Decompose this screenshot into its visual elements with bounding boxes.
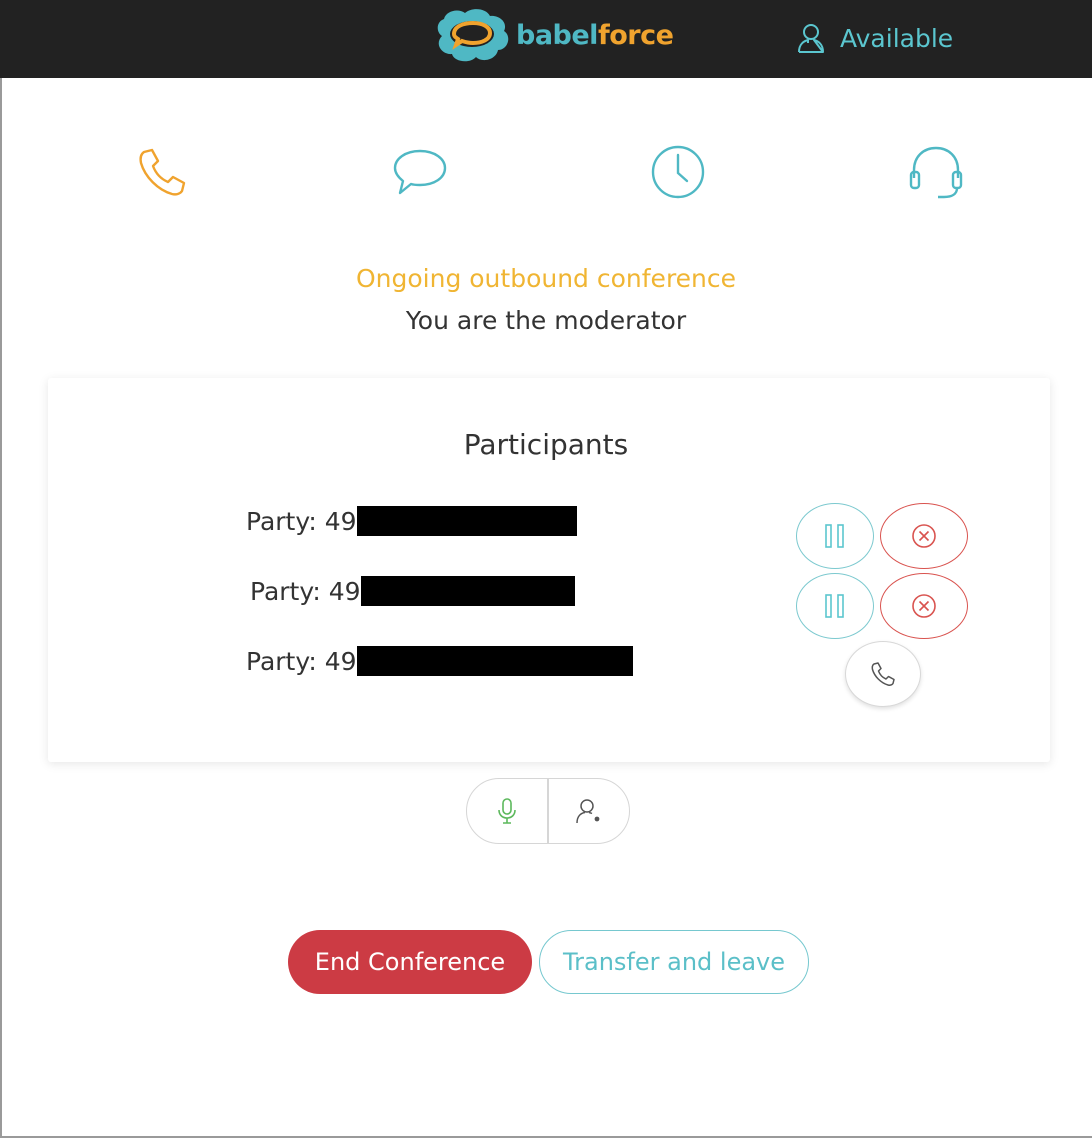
call-participant-button[interactable] (845, 641, 921, 707)
babelforce-logo: babelforce (432, 6, 674, 66)
remove-participant-button[interactable] (880, 573, 968, 639)
redacted-number (360, 576, 575, 606)
logo-wordmark: babelforce (516, 20, 674, 51)
transfer-and-leave-button[interactable]: Transfer and leave (539, 930, 809, 994)
call-controls (466, 778, 630, 844)
mute-button[interactable] (467, 779, 547, 843)
phone-icon (871, 662, 895, 686)
call-status: Ongoing outbound conference (355, 264, 737, 293)
chat-icon (393, 149, 447, 195)
tab-bar (0, 140, 1092, 204)
hold-button[interactable] (796, 503, 874, 569)
speech-bubble-logo-icon (437, 9, 509, 62)
phone-icon (139, 148, 186, 196)
user-icon (798, 24, 824, 53)
participant-row: Party: 49 (250, 576, 575, 606)
redacted-number (356, 506, 577, 536)
pause-icon (825, 524, 844, 548)
pause-icon (825, 594, 844, 618)
participant-row: Party: 49 (246, 506, 577, 536)
headset-icon (909, 146, 963, 199)
tab-phone[interactable] (130, 140, 194, 204)
clock-icon (651, 145, 705, 199)
add-user-icon (576, 799, 600, 824)
close-circle-icon (912, 594, 936, 618)
logo-text-babel: babel (516, 20, 598, 51)
participants-title: Participants (463, 428, 629, 461)
party-label: Party: 49 (246, 646, 357, 676)
tab-chat[interactable] (388, 140, 452, 204)
participant-row: Party: 49 (246, 646, 633, 676)
status-label: Available (840, 23, 954, 53)
remove-participant-button[interactable] (880, 503, 968, 569)
redacted-number (356, 646, 633, 676)
moderator-note: You are the moderator (405, 306, 687, 335)
party-label: Party: 49 (250, 576, 361, 606)
end-conference-button[interactable]: End Conference (288, 930, 532, 994)
microphone-icon (498, 798, 516, 824)
logo-text-force: force (597, 20, 674, 51)
add-participant-button[interactable] (549, 779, 629, 843)
hold-button[interactable] (796, 573, 874, 639)
tab-history[interactable] (646, 140, 710, 204)
close-circle-icon (912, 524, 936, 548)
availability-status[interactable]: Available (796, 20, 953, 56)
tab-agents[interactable] (904, 140, 968, 204)
top-bar: babelforce Available (0, 0, 1092, 78)
party-label: Party: 49 (246, 506, 357, 536)
